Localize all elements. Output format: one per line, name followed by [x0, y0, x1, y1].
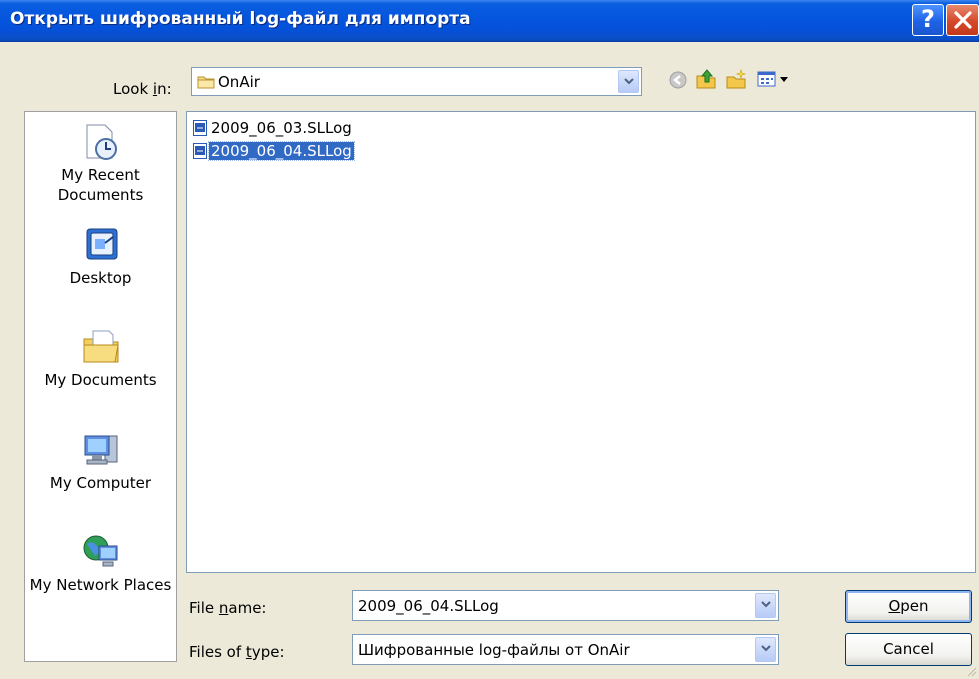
place-label: My Documents: [44, 371, 157, 389]
place-label: My Recent Documents: [57, 166, 144, 204]
close-icon: [953, 11, 972, 29]
place-my-documents[interactable]: My Documents: [25, 327, 176, 390]
place-label: Desktop: [69, 269, 132, 287]
my-computer-icon: [84, 435, 117, 465]
chevron-down-icon: [761, 601, 771, 608]
new-folder-icon[interactable]: [725, 68, 747, 90]
desktop-icon: [86, 228, 117, 260]
place-label: My Computer: [49, 474, 152, 492]
my-documents-icon: [83, 330, 119, 363]
file-name-input[interactable]: 2009_06_04.SLLog: [352, 590, 779, 621]
look-in-dropdown-button[interactable]: [618, 70, 639, 93]
file-type-label: Files of type:: [189, 643, 285, 661]
place-label: My Network Places: [29, 576, 172, 594]
file-name: 2009_06_03.SLLog: [211, 119, 352, 137]
file-item[interactable]: 2009_06_03.SLLog: [193, 118, 354, 138]
resize-grip-icon[interactable]: [965, 665, 977, 677]
file-list[interactable]: 2009_06_03.SLLog 2009_06_04.SLLog: [186, 111, 976, 573]
look-in-value: OnAir: [218, 73, 260, 91]
window-title: Открыть шифрованный log-файл для импорта: [10, 9, 471, 29]
place-desktop[interactable]: Desktop: [25, 225, 176, 288]
place-my-network-places[interactable]: My Network Places: [25, 532, 176, 595]
file-type-dropdown[interactable]: Шифрованные log-файлы от OnAir: [352, 634, 779, 665]
close-button[interactable]: [946, 4, 979, 36]
cancel-button[interactable]: Cancel: [845, 633, 972, 666]
file-type-value: Шифрованные log-файлы от OnAir: [358, 641, 630, 659]
place-my-recent-documents[interactable]: My Recent Documents: [25, 122, 176, 205]
title-bar[interactable]: Открыть шифрованный log-файл для импорта…: [0, 0, 979, 42]
recent-documents-icon: [86, 124, 117, 160]
chevron-down-icon: [624, 78, 634, 85]
place-my-computer[interactable]: My Computer: [25, 430, 176, 493]
look-in-dropdown[interactable]: OnAir: [191, 67, 642, 96]
help-button[interactable]: ?: [912, 4, 944, 36]
file-name-dropdown-button[interactable]: [755, 593, 776, 618]
log-file-icon: [193, 120, 207, 136]
file-name: 2009_06_04.SLLog: [208, 141, 355, 161]
network-places-icon: [83, 535, 117, 567]
file-name-label: File name:: [189, 599, 267, 617]
file-name-value[interactable]: 2009_06_04.SLLog: [358, 597, 499, 615]
open-button[interactable]: Open: [845, 590, 972, 623]
file-type-dropdown-button[interactable]: [755, 637, 776, 662]
back-icon[interactable]: [669, 71, 687, 89]
look-in-label: Look in:: [113, 80, 172, 98]
log-file-icon: [193, 143, 207, 159]
view-menu-icon[interactable]: [757, 70, 791, 88]
file-item-selected[interactable]: 2009_06_04.SLLog: [193, 141, 355, 161]
up-folder-icon[interactable]: [695, 68, 717, 90]
folder-icon: [197, 76, 215, 89]
places-bar: My Recent Documents Desktop My Documents…: [24, 111, 177, 662]
chevron-down-icon: [761, 645, 771, 652]
